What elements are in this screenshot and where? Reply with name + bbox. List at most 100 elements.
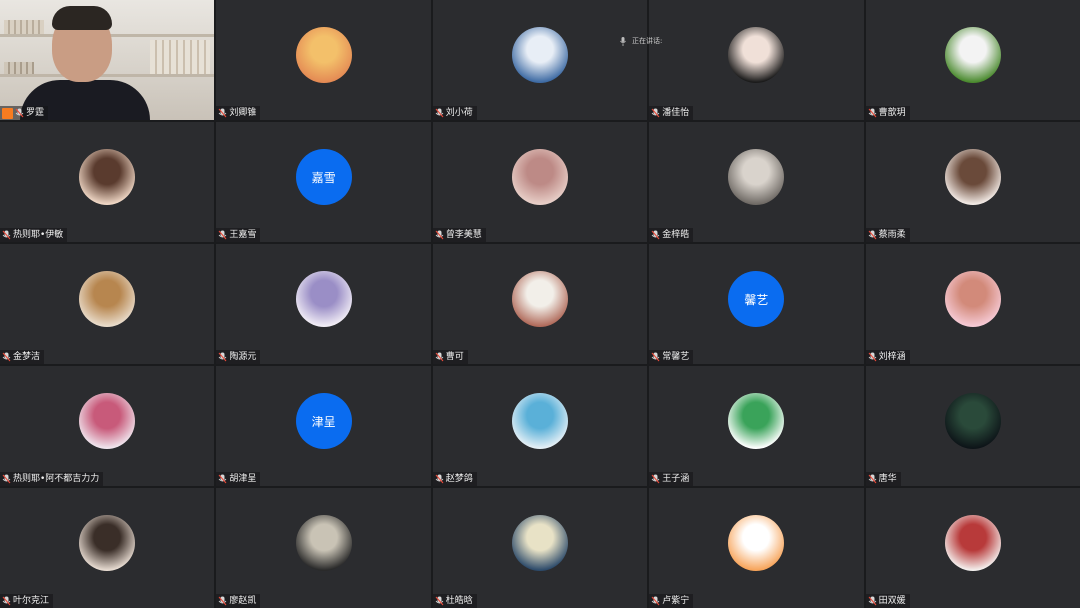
participant-name: 田双媛 [878,596,906,606]
profile-avatar [944,271,1001,328]
participant-name: 胡津呈 [229,474,257,484]
participant-tile[interactable]: 刘卿锥 [216,0,431,120]
initials-avatar: 馨艺 [728,271,785,328]
mic-muted-icon [15,108,24,118]
participant-tile[interactable]: 曾李美慧 [432,122,648,242]
camera-video [0,0,215,120]
mic-muted-icon [2,230,11,240]
participant-tile[interactable]: 陶源元 [216,244,431,364]
participant-tile[interactable]: 唐华 [865,366,1080,486]
participant-tile[interactable]: 刘小荷 [432,0,648,120]
video-grid: 罗霆 刘卿锥 刘小荷 潘佳怡 曹歆玥 热则耶•伊敏 嘉雪 王嘉雪 曾李美慧 金梓皓 蔡雨柔 金梦洁 陶源… [0,0,1080,608]
mic-muted-icon [868,474,877,484]
profile-avatar [728,149,785,206]
participant-name: 廖赵凯 [229,596,257,606]
participant-tile[interactable]: 金梦洁 [0,244,215,364]
participant-tile[interactable]: 廖赵凯 [216,488,431,608]
profile-avatar [728,393,785,450]
participant-name-bar: 唐华 [865,472,901,486]
participant-name-bar: 杜皓晗 [432,594,477,608]
participant-name: 杜皓晗 [445,596,473,606]
participant-name: 潘佳怡 [662,108,690,118]
participant-name: 曾李美慧 [445,230,482,240]
participant-name-bar: 曾李美慧 [432,228,486,242]
participant-name: 热则耶•伊敏 [13,230,64,240]
participant-name-bar: 金梦洁 [0,350,45,364]
participant-name-bar: 热则耶•伊敏 [0,228,68,242]
participant-name-bar: 蔡雨柔 [865,228,910,242]
participant-tile[interactable]: 金梓皓 [649,122,864,242]
participant-name: 刘卿锥 [229,108,257,118]
participant-tile[interactable]: 赵梦鸽 [432,366,648,486]
mic-muted-icon [868,108,877,118]
mic-muted-icon [218,230,227,240]
mic-muted-icon [651,596,660,606]
profile-avatar [728,27,785,84]
profile-avatar [79,393,136,450]
profile-avatar [511,27,568,84]
mic-muted-icon [218,596,227,606]
profile-avatar [79,271,136,328]
participant-name: 卢紫宁 [662,596,690,606]
participant-name-bar: 潘佳怡 [649,106,694,120]
participant-tile[interactable]: 刘梓涵 [865,244,1080,364]
participant-tile[interactable]: 卢紫宁 [649,488,864,608]
mic-muted-icon [868,352,877,362]
participant-tile[interactable]: 热则耶•伊敏 [0,122,215,242]
participant-name-bar: 刘卿锥 [216,106,261,120]
participant-tile[interactable]: 馨艺常馨艺 [649,244,864,364]
participant-name-bar: 王嘉雪 [216,228,261,242]
profile-avatar [511,515,568,572]
profile-avatar [944,393,1001,450]
participant-tile[interactable]: 津呈胡津呈 [216,366,431,486]
participant-name-bar: 曹可 [432,350,468,364]
participant-tile[interactable]: 蔡雨柔 [865,122,1080,242]
mic-muted-icon [435,108,444,118]
participant-name: 叶尔克江 [13,596,50,606]
profile-avatar [511,149,568,206]
participant-tile[interactable]: 嘉雪王嘉雪 [216,122,431,242]
participant-tile[interactable]: 曹歆玥 [865,0,1080,120]
profile-avatar [295,27,352,84]
participant-name-bar: 刘梓涵 [865,350,910,364]
participant-name: 蔡雨柔 [878,230,906,240]
profile-avatar [79,149,136,206]
participant-name-bar: 金梓皓 [649,228,694,242]
profile-avatar [511,393,568,450]
mic-muted-icon [435,352,444,362]
profile-avatar [79,515,136,572]
participant-name: 刘梓涵 [878,352,906,362]
participant-name-bar: 陶源元 [216,350,261,364]
participant-name: 赵梦鸽 [445,474,473,484]
mic-muted-icon [435,230,444,240]
participant-tile[interactable]: 潘佳怡 [649,0,864,120]
participant-tile[interactable]: 王子涵 [649,366,864,486]
speaking-indicator: 正在讲话: [620,36,662,46]
participant-name-bar: 赵梦鸽 [432,472,477,486]
participant-tile[interactable]: 杜皓晗 [432,488,648,608]
host-icon [2,107,13,119]
mic-muted-icon [651,108,660,118]
speaking-label: 正在讲话: [632,37,663,45]
participant-tile[interactable]: 田双媛 [865,488,1080,608]
participant-name-bar: 罗霆 [0,106,49,120]
participant-name-bar: 刘小荷 [432,106,477,120]
participant-name: 刘小荷 [445,108,473,118]
participant-name-bar: 常馨艺 [649,350,694,364]
profile-avatar [944,515,1001,572]
initials-avatar: 津呈 [295,393,352,450]
participant-name-bar: 胡津呈 [216,472,261,486]
initials-avatar: 嘉雪 [295,149,352,206]
profile-avatar [295,515,352,572]
mic-muted-icon [868,230,877,240]
participant-name: 热则耶•阿不都吉力力 [13,474,100,484]
participant-name: 王嘉雪 [229,230,257,240]
participant-tile[interactable]: 热则耶•阿不都吉力力 [0,366,215,486]
mic-muted-icon [651,474,660,484]
participant-name: 陶源元 [229,352,257,362]
participant-name: 罗霆 [26,108,45,118]
participant-tile[interactable]: 曹可 [432,244,648,364]
participant-tile[interactable]: 罗霆 [0,0,215,120]
participant-tile[interactable]: 叶尔克江 [0,488,215,608]
profile-avatar [944,27,1001,84]
